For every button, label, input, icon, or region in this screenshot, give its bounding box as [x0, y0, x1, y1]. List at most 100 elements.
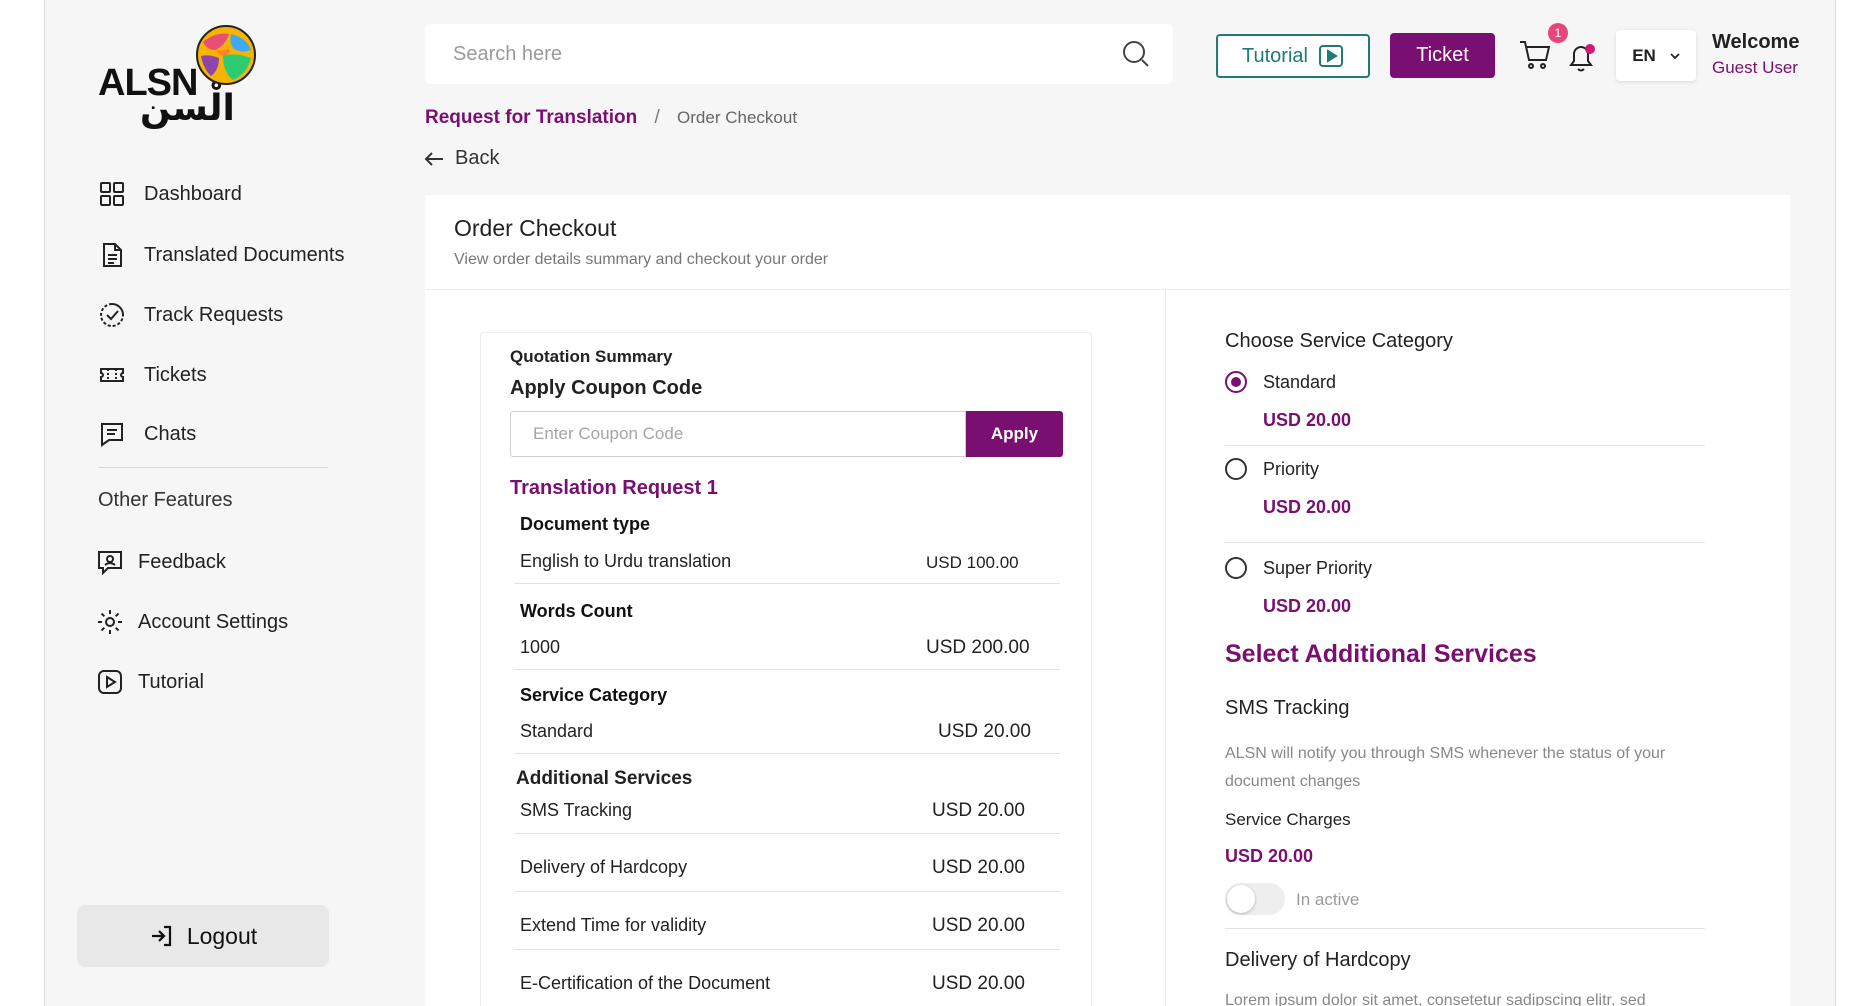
super-priority-price: USD 20.00	[1263, 596, 1352, 616]
search-bar	[425, 24, 1173, 84]
additional-service-name: Extend Time for validity	[520, 915, 707, 935]
radio-button[interactable]	[1225, 557, 1247, 579]
additional-service-price: USD 20.00	[932, 857, 1025, 878]
language-select[interactable]: EN	[1616, 30, 1696, 81]
service-category-price: USD 20.00	[938, 721, 1031, 742]
back-label: Back	[455, 147, 500, 169]
search-input[interactable]	[453, 38, 1093, 70]
language-value: EN	[1632, 45, 1656, 65]
sidebar-item-account-settings[interactable]: Account Settings	[96, 608, 288, 636]
service-charges-label: Service Charges	[1225, 810, 1351, 829]
sidebar-item-translated-documents[interactable]: Translated Documents	[98, 241, 344, 269]
play-icon	[98, 670, 122, 694]
radio-button-selected[interactable]	[1225, 371, 1247, 393]
breadcrumb-parent[interactable]: Request for Translation	[425, 107, 637, 128]
checkout-card: Order Checkout View order details summar…	[425, 195, 1790, 1006]
breadcrumb: Request for Translation / Order Checkout	[425, 107, 797, 129]
sidebar-item-chats[interactable]: Chats	[98, 420, 196, 448]
breadcrumb-current: Order Checkout	[677, 108, 798, 127]
document-type-label: Document type	[520, 514, 651, 534]
arrow-left-icon	[424, 151, 443, 166]
radio-button[interactable]	[1225, 458, 1247, 480]
ticket-icon	[100, 368, 124, 382]
card-header: Order Checkout View order details summar…	[425, 195, 1790, 290]
toggle-status-label: In active	[1296, 890, 1360, 909]
sidebar-item-tutorial[interactable]: Tutorial	[96, 668, 204, 696]
search-icon[interactable]	[1121, 39, 1151, 69]
additional-service-price: USD 20.00	[932, 973, 1025, 994]
sms-tracking-price: USD 20.00	[1225, 846, 1314, 866]
user-name[interactable]: Guest User	[1712, 58, 1799, 78]
priority-price: USD 20.00	[1263, 497, 1352, 517]
sms-tracking-toggle[interactable]	[1225, 883, 1285, 915]
additional-service-name: SMS Tracking	[520, 800, 633, 820]
tutorial-button[interactable]: Tutorial	[1216, 34, 1370, 78]
additional-service-price: USD 20.00	[932, 915, 1025, 936]
additional-service-name: Delivery of Hardcopy	[520, 857, 688, 877]
back-button[interactable]: Back	[423, 147, 499, 170]
document-icon	[103, 243, 122, 267]
row-divider	[514, 753, 1060, 754]
page-title: Order Checkout	[454, 215, 617, 241]
sidebar-item-label: Tutorial	[138, 670, 204, 693]
row-divider	[1225, 542, 1705, 543]
row-divider	[514, 891, 1060, 892]
coupon-label: Apply Coupon Code	[510, 377, 703, 399]
track-icon	[100, 303, 124, 327]
row-divider	[514, 669, 1060, 670]
sidebar-divider	[98, 467, 328, 468]
ticket-button[interactable]: Ticket	[1390, 33, 1495, 78]
sidebar-item-label: Tickets	[144, 363, 207, 386]
row-divider	[514, 949, 1060, 950]
radio-label: Super Priority	[1263, 557, 1373, 578]
service-category-title: Choose Service Category	[1225, 330, 1453, 352]
logout-button[interactable]: Logout	[77, 905, 329, 967]
sidebar-item-label: Translated Documents	[144, 243, 345, 266]
logout-icon	[151, 925, 171, 947]
sms-tracking-title: SMS Tracking	[1225, 697, 1350, 719]
sidebar-item-label: Account Settings	[138, 610, 289, 633]
service-category-value: Standard	[520, 721, 594, 741]
radio-super-priority[interactable]: Super Priority	[1225, 557, 1372, 579]
delivery-hardcopy-description: Lorem ipsum dolor sit amet, consetetur s…	[1225, 992, 1646, 1006]
request-title: Translation Request 1	[510, 477, 718, 499]
words-count-price: USD 200.00	[926, 637, 1030, 658]
sidebar-item-label: Dashboard	[144, 182, 242, 205]
coupon-input[interactable]	[510, 411, 966, 457]
document-type-value: English to Urdu translation	[520, 551, 732, 571]
logo[interactable]: ALSN الْسن	[98, 24, 263, 129]
service-category-label: Service Category	[520, 685, 668, 705]
delivery-hardcopy-title: Delivery of Hardcopy	[1225, 949, 1411, 971]
welcome-title: Welcome	[1712, 31, 1800, 53]
chevron-down-icon	[1670, 52, 1680, 59]
chat-icon	[101, 423, 123, 447]
radio-label: Priority	[1263, 458, 1320, 479]
quotation-title: Quotation Summary	[510, 347, 673, 366]
apply-coupon-button[interactable]: Apply	[966, 411, 1063, 457]
logo-arabic: الْسن	[140, 88, 235, 129]
row-divider	[514, 833, 1060, 834]
logout-label: Logout	[186, 922, 258, 949]
cart-icon[interactable]	[1518, 38, 1552, 72]
breadcrumb-separator: /	[654, 107, 660, 128]
notification-dot	[1585, 44, 1595, 54]
radio-label: Standard	[1263, 371, 1337, 392]
row-divider	[1225, 445, 1705, 446]
additional-services-label: Additional Services	[516, 768, 693, 789]
radio-priority[interactable]: Priority	[1225, 458, 1319, 480]
additional-services-title: Select Additional Services	[1225, 640, 1537, 668]
sms-tracking-description: ALSN will notify you through SMS wheneve…	[1225, 745, 1666, 790]
user-welcome: Welcome Guest User	[1712, 31, 1799, 78]
sidebar-item-tickets[interactable]: Tickets	[98, 361, 207, 389]
sidebar-item-dashboard[interactable]: Dashboard	[98, 180, 242, 208]
sidebar-item-track-requests[interactable]: Track Requests	[98, 301, 283, 329]
logo-globe-icon	[196, 25, 256, 85]
gear-icon	[98, 610, 122, 634]
words-count-label: Words Count	[520, 601, 633, 621]
sidebar-item-label: Feedback	[138, 550, 226, 573]
row-divider	[514, 583, 1060, 584]
sidebar-item-feedback[interactable]: Feedback	[96, 548, 226, 576]
tutorial-button-label: Tutorial	[1242, 44, 1308, 67]
radio-standard[interactable]: Standard	[1225, 371, 1336, 393]
additional-service-price: USD 20.00	[932, 800, 1025, 821]
